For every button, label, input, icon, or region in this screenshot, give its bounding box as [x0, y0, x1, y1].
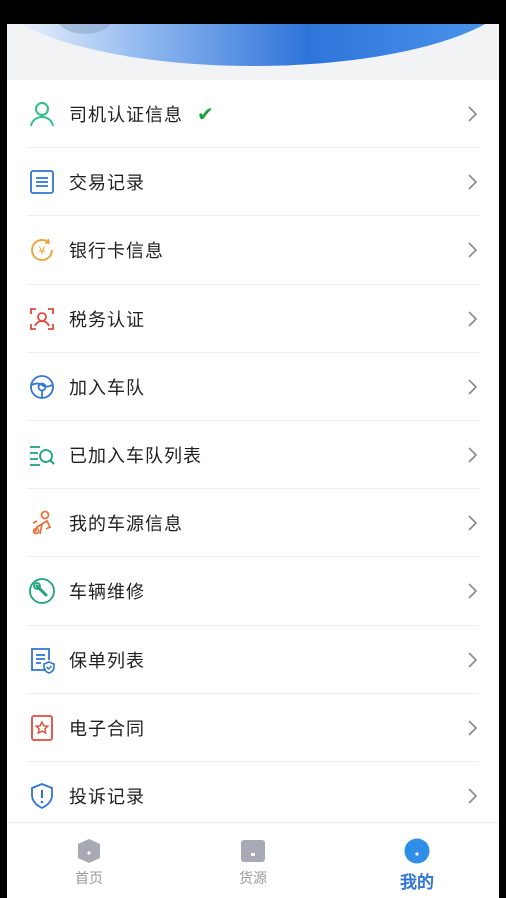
- menu-item-vehicle-source[interactable]: 我的车源信息: [7, 489, 499, 558]
- list-search-icon: [27, 440, 57, 470]
- chevron-right-icon: [468, 515, 478, 531]
- menu-item-label: 我的车源信息: [69, 514, 183, 536]
- chevron-right-icon: [468, 788, 478, 804]
- menu-item-label: 已加入车队列表: [69, 446, 202, 468]
- menu-item-label: 司机认证信息: [69, 105, 183, 127]
- menu-item-label: 银行卡信息: [69, 241, 164, 263]
- yuan-coin-icon: ¥: [27, 235, 57, 265]
- menu-item-label: 电子合同: [69, 718, 145, 740]
- bottom-tab-bar: 首页 货源 我的: [7, 822, 499, 898]
- verified-check-icon: ✔: [197, 102, 214, 127]
- wrench-icon: [27, 576, 57, 606]
- app-screen: 司机认证信息 ✔ 交易记录 ¥ 银行卡信息 税务认证 加入车队 已加入车队列表 …: [7, 24, 499, 898]
- tab-mine[interactable]: 我的: [335, 823, 499, 898]
- svg-text:¥: ¥: [39, 245, 46, 258]
- menu-item-e-contract[interactable]: 电子合同: [7, 694, 499, 762]
- menu-item-bank-card[interactable]: ¥ 银行卡信息: [7, 216, 499, 285]
- contract-seal-icon: [27, 713, 57, 743]
- chevron-right-icon: [468, 583, 478, 599]
- tab-label: 首页: [75, 871, 103, 887]
- menu-item-transactions[interactable]: 交易记录: [7, 148, 499, 217]
- tab-cargo[interactable]: 货源: [171, 823, 335, 898]
- menu-item-join-fleet[interactable]: 加入车队: [7, 353, 499, 421]
- menu-item-vehicle-repair[interactable]: 车辆维修: [7, 557, 499, 626]
- menu-item-complaints[interactable]: 投诉记录: [7, 762, 499, 830]
- chevron-right-icon: [468, 311, 478, 327]
- menu-list: 司机认证信息 ✔ 交易记录 ¥ 银行卡信息 税务认证 加入车队 已加入车队列表 …: [7, 80, 499, 831]
- menu-item-label: 保单列表: [69, 650, 145, 672]
- menu-item-joined-fleets[interactable]: 已加入车队列表: [7, 421, 499, 490]
- tab-home[interactable]: 首页: [7, 823, 171, 898]
- menu-item-label: 车辆维修: [69, 582, 145, 604]
- chevron-right-icon: [468, 174, 478, 190]
- chevron-right-icon: [468, 106, 478, 122]
- menu-item-label: 交易记录: [69, 173, 145, 195]
- menu-item-label: 投诉记录: [69, 786, 145, 808]
- tab-label: 我的: [400, 873, 434, 893]
- document-list-icon: [27, 167, 57, 197]
- chevron-right-icon: [468, 652, 478, 668]
- home-icon: [78, 839, 100, 863]
- chevron-right-icon: [468, 242, 478, 259]
- profile-header: [7, 24, 499, 74]
- menu-item-tax-auth[interactable]: 税务认证: [7, 285, 499, 353]
- menu-item-policy-list[interactable]: 保单列表: [7, 626, 499, 694]
- menu-item-label: 税务认证: [69, 309, 145, 331]
- menu-item-driver-auth[interactable]: 司机认证信息 ✔: [7, 80, 499, 149]
- complaint-shield-icon: [27, 781, 57, 811]
- policy-shield-doc-icon: [27, 645, 57, 675]
- user-icon: [27, 99, 57, 129]
- steering-wheel-icon: [27, 372, 57, 402]
- tab-label: 货源: [239, 871, 267, 887]
- face-scan-icon: [27, 304, 57, 334]
- chevron-right-icon: [468, 720, 478, 736]
- driver-person-icon: [27, 508, 57, 538]
- chevron-right-icon: [468, 379, 478, 395]
- menu-item-label: 加入车队: [69, 377, 145, 399]
- cargo-icon: [241, 840, 265, 862]
- chevron-right-icon: [468, 447, 478, 463]
- profile-icon: [404, 838, 430, 864]
